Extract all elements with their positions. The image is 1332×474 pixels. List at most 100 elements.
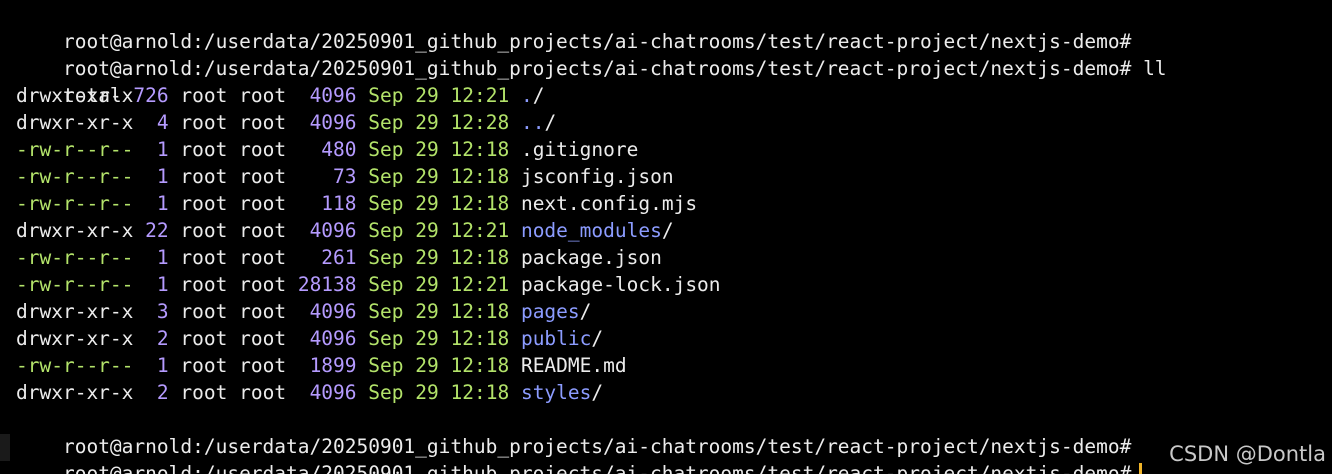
file-name: package-lock.json: [520, 273, 721, 296]
file-permissions: -rw-r--r--: [16, 165, 134, 188]
file-owner: root: [180, 84, 228, 107]
file-day: 29: [415, 138, 439, 161]
link-count: 6: [145, 84, 169, 107]
file-time: 12:18: [450, 138, 510, 161]
file-day: 29: [415, 84, 439, 107]
file-size: 4096: [297, 219, 357, 242]
file-day: 29: [415, 300, 439, 323]
file-day: 29: [415, 381, 439, 404]
directory-suffix: /: [532, 84, 545, 107]
listing-row: -rw-r--r-- 1 root root 1899 Sep 29 12:18…: [16, 352, 1332, 379]
file-permissions: drwxr-xr-x: [16, 219, 134, 242]
file-group: root: [239, 327, 287, 350]
file-day: 29: [415, 327, 439, 350]
file-month: Sep: [368, 165, 404, 188]
listing-row: -rw-r--r-- 1 root root 261 Sep 29 12:18 …: [16, 244, 1332, 271]
file-day: 29: [415, 273, 439, 296]
file-time: 12:18: [450, 246, 510, 269]
directory-name: public: [520, 327, 592, 350]
file-name: README.md: [520, 354, 627, 377]
listing-row: drwxr-xr-x 2 root root 4096 Sep 29 12:18…: [16, 379, 1332, 406]
listing-row: drwxr-xr-x 22 root root 4096 Sep 29 12:2…: [16, 217, 1332, 244]
command-text: ll: [1143, 57, 1167, 80]
file-time: 12:18: [450, 381, 510, 404]
directory-suffix: /: [579, 300, 592, 323]
file-group: root: [239, 381, 287, 404]
file-group: root: [239, 354, 287, 377]
listing-row: drwxr-xr-x 4 root root 4096 Sep 29 12:28…: [16, 109, 1332, 136]
file-group: root: [239, 165, 287, 188]
directory-suffix: /: [591, 381, 604, 404]
file-owner: root: [180, 246, 228, 269]
watermark: CSDN @Dontla: [1169, 442, 1326, 466]
terminal-window[interactable]: root@arnold:/userdata/20250901_github_pr…: [0, 0, 1332, 474]
file-month: Sep: [368, 327, 404, 350]
file-time: 12:21: [450, 219, 510, 242]
file-owner: root: [180, 354, 228, 377]
file-owner: root: [180, 219, 228, 242]
file-permissions: drwxr-xr-x: [16, 300, 134, 323]
file-day: 29: [415, 165, 439, 188]
file-group: root: [239, 192, 287, 215]
file-time: 12:28: [450, 111, 510, 134]
file-day: 29: [415, 246, 439, 269]
prompt-path: root@arnold:/userdata/20250901_github_pr…: [62, 57, 1132, 80]
file-size: 1899: [297, 354, 357, 377]
line-highlight-marker: [0, 434, 10, 461]
link-count: 1: [145, 246, 169, 269]
file-month: Sep: [368, 219, 404, 242]
prompt-line-1: root@arnold:/userdata/20250901_github_pr…: [16, 1, 1332, 53]
prompt-path: root@arnold:/userdata/20250901_github_pr…: [62, 435, 1132, 458]
file-time: 12:18: [450, 300, 510, 323]
file-permissions: drwxr-xr-x: [16, 111, 134, 134]
file-month: Sep: [368, 381, 404, 404]
listing-row: drwxr-xr-x 3 root root 4096 Sep 29 12:18…: [16, 298, 1332, 325]
file-month: Sep: [368, 111, 404, 134]
file-permissions: -rw-r--r--: [16, 192, 134, 215]
listing-row: drwxr-xr-x 2 root root 4096 Sep 29 12:18…: [16, 325, 1332, 352]
link-count: 1: [145, 192, 169, 215]
file-group: root: [239, 246, 287, 269]
listing-row: -rw-r--r-- 1 root root 73 Sep 29 12:18 j…: [16, 163, 1332, 190]
file-size: 480: [297, 138, 357, 161]
listing-row: -rw-r--r-- 1 root root 118 Sep 29 12:18 …: [16, 190, 1332, 217]
file-time: 12:18: [450, 192, 510, 215]
file-group: root: [239, 111, 287, 134]
file-time: 12:18: [450, 165, 510, 188]
prompt-line-2: root@arnold:/userdata/20250901_github_pr…: [16, 406, 1332, 458]
file-month: Sep: [368, 354, 404, 377]
file-owner: root: [180, 138, 228, 161]
file-permissions: -rw-r--r--: [16, 138, 134, 161]
file-name: jsconfig.json: [520, 165, 674, 188]
file-name: .gitignore: [520, 138, 639, 161]
directory-suffix: /: [661, 219, 674, 242]
file-month: Sep: [368, 138, 404, 161]
file-owner: root: [180, 300, 228, 323]
link-count: 1: [145, 273, 169, 296]
file-owner: root: [180, 192, 228, 215]
file-month: Sep: [368, 246, 404, 269]
file-time: 12:18: [450, 327, 510, 350]
file-permissions: -rw-r--r--: [16, 273, 134, 296]
file-month: Sep: [368, 273, 404, 296]
file-owner: root: [180, 327, 228, 350]
file-size: 28138: [297, 273, 357, 296]
file-day: 29: [415, 192, 439, 215]
link-count: 1: [145, 354, 169, 377]
link-count: 4: [145, 111, 169, 134]
directory-suffix: /: [544, 111, 557, 134]
directory-name: styles: [520, 381, 592, 404]
file-time: 12:21: [450, 84, 510, 107]
listing-row: -rw-r--r-- 1 root root 480 Sep 29 12:18 …: [16, 136, 1332, 163]
file-name: next.config.mjs: [520, 192, 698, 215]
link-count: 2: [145, 381, 169, 404]
text-cursor[interactable]: [1139, 462, 1143, 474]
listing-row: drwxr-xr-x 6 root root 4096 Sep 29 12:21…: [16, 82, 1332, 109]
file-size: 4096: [297, 111, 357, 134]
file-time: 12:21: [450, 273, 510, 296]
file-day: 29: [415, 111, 439, 134]
file-group: root: [239, 219, 287, 242]
file-group: root: [239, 273, 287, 296]
directory-suffix: /: [591, 327, 604, 350]
file-size: 4096: [297, 381, 357, 404]
